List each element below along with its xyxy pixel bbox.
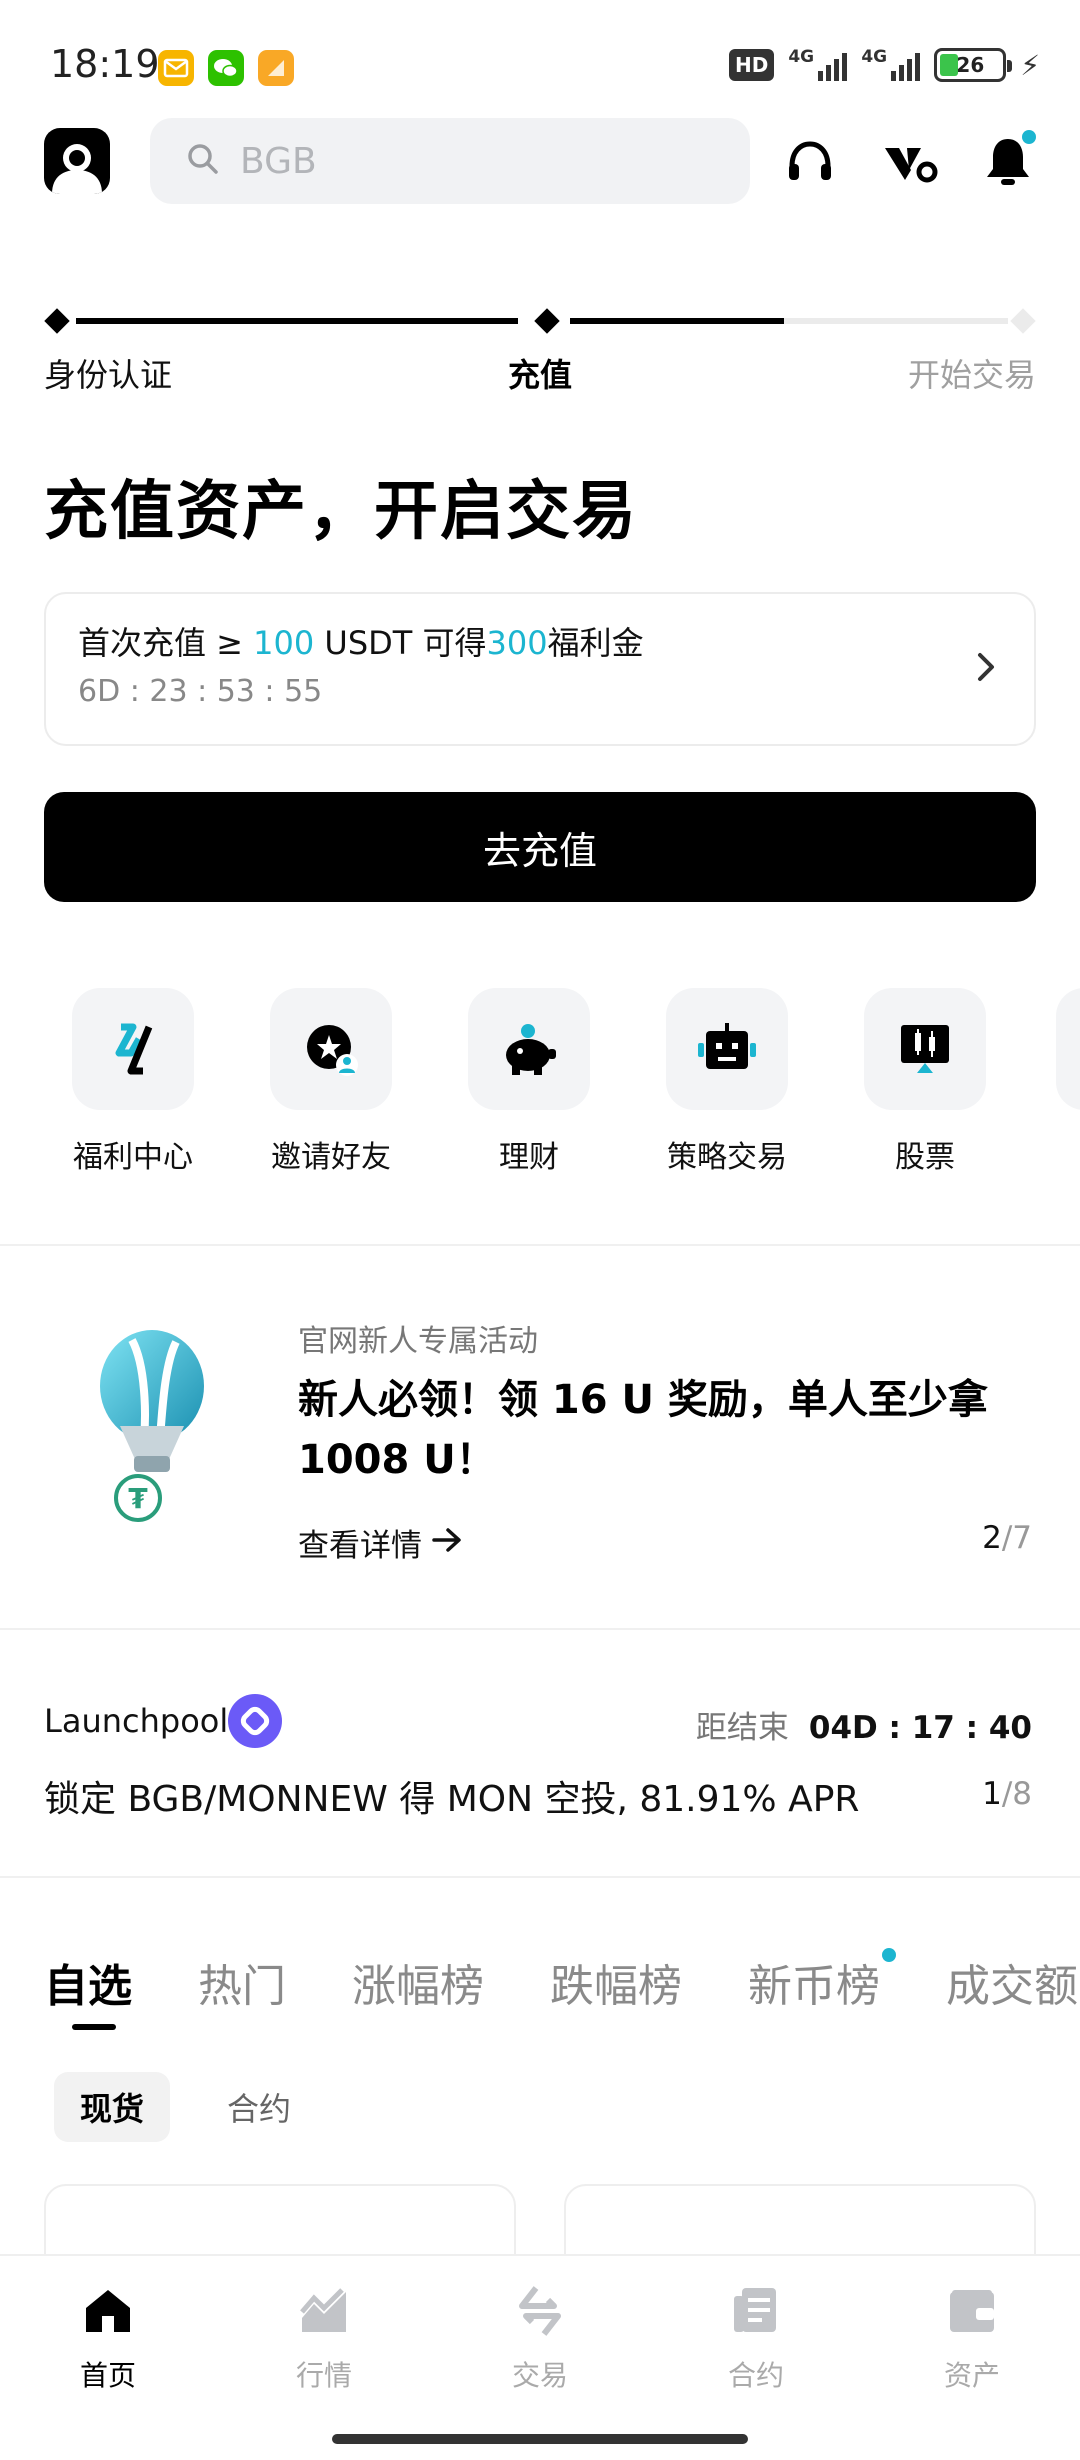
shortcut-finance[interactable]: 理财: [444, 988, 614, 1176]
shortcut-overflow: [1056, 988, 1080, 1110]
section-divider: [0, 1876, 1080, 1878]
first-deposit-promo[interactable]: 首次充值 ≥ 100 USDT 可得300福利金 6D : 23 : 53 : …: [44, 592, 1036, 746]
nav-label: 首页: [79, 2359, 136, 2392]
market-chart-icon: [298, 2286, 350, 2340]
page-title: 充值资产，开启交易: [44, 475, 638, 549]
nav-trade[interactable]: 交易: [460, 2286, 620, 2394]
onboarding-progress: 身份认证 充值 开始交易: [44, 300, 1036, 400]
launchpool-banner[interactable]: Launchpool 距结束 04D : 17 : 40 锁定 BGB/MONNE…: [0, 1630, 1080, 1876]
signal-icon: 4G: [788, 47, 848, 81]
new-indicator-dot: [882, 1948, 896, 1962]
notification-dot: [1022, 130, 1036, 144]
wechat-icon: [208, 50, 244, 86]
shortcut-label: 股票: [895, 1140, 955, 1175]
shortcut-strategy[interactable]: 策略交易: [642, 988, 812, 1176]
monad-logo-icon: [228, 1694, 282, 1748]
step-label: 开始交易: [907, 356, 1036, 394]
nav-label: 行情: [295, 2359, 352, 2392]
tab-gainers[interactable]: 涨幅榜: [352, 1950, 484, 2014]
shortcut-welfare[interactable]: 福利中心: [48, 988, 218, 1176]
battery-level: 26: [956, 53, 985, 77]
shortcut-label: 理财: [499, 1140, 559, 1175]
nav-assets[interactable]: 资产: [892, 2286, 1052, 2394]
shortcut-invite[interactable]: 邀请好友: [246, 988, 416, 1176]
header: [0, 118, 1080, 206]
mail-icon: [158, 50, 194, 86]
tab-watchlist[interactable]: 自选: [44, 1950, 132, 2014]
headset-icon[interactable]: [780, 132, 840, 192]
stock-chart-icon: [864, 988, 986, 1110]
step-marker: [534, 308, 560, 334]
nav-label: 交易: [511, 2359, 568, 2392]
activity-banner[interactable]: ₮ 官网新人专属活动 新人必领！领 16 U 奖励，单人至少拿 1008 U！ …: [0, 1246, 1080, 1626]
status-time: 18:19: [50, 42, 160, 86]
shortcut-stocks[interactable]: 股票: [840, 988, 1010, 1176]
search-input[interactable]: [240, 140, 700, 182]
shortcut-row: 福利中心 邀请好友 理财 策略交易 股票: [0, 988, 1080, 1178]
shortcut-label: 福利中心: [73, 1140, 193, 1175]
view-details-link[interactable]: 查看详情: [298, 1520, 462, 1565]
tab-new-listings[interactable]: 新币榜: [748, 1950, 880, 2014]
tab-hot[interactable]: 热门: [198, 1950, 286, 2014]
nav-label: 合约: [727, 2359, 784, 2392]
market-tabs: 自选 热门 涨幅榜 跌幅榜 新币榜 成交额: [0, 1940, 1080, 2030]
battery-icon: 26: [934, 48, 1013, 82]
deposit-button[interactable]: 去充值: [44, 792, 1036, 902]
step-label: 充值: [508, 356, 573, 394]
avatar-icon[interactable]: [44, 128, 110, 194]
svg-text:₮: ₮: [128, 1482, 148, 1515]
balloon-illustration-icon: ₮: [90, 1326, 230, 1526]
banner-title: 新人必领！领 16 U 奖励，单人至少拿 1008 U！: [298, 1377, 988, 1483]
nav-contract[interactable]: 合约: [676, 2286, 836, 2394]
wallet-logo-icon[interactable]: [880, 132, 940, 192]
nav-home[interactable]: 首页: [28, 2286, 188, 2394]
view-details-label: 查看详情: [298, 1528, 422, 1564]
launchpool-desc: 锁定 BGB/MONNEW 得 MON 空投, 81.91% APR: [44, 1779, 860, 1820]
nav-label: 资产: [943, 2359, 1000, 2392]
shortcut-label: 策略交易: [667, 1140, 787, 1175]
notes-icon: [258, 50, 294, 86]
banner-pager: 2/7: [982, 1520, 1032, 1556]
status-bar: 18:19 HD 4G 4G 26 ⚡: [0, 0, 1080, 120]
home-indicator[interactable]: [332, 2434, 748, 2444]
contract-icon: [730, 2286, 782, 2340]
banner-tag: 官网新人专属活动: [298, 1324, 538, 1359]
promo-countdown: 6D : 23 : 53 : 55: [78, 674, 323, 709]
bell-icon[interactable]: [978, 130, 1038, 192]
progress-line-pending: [784, 318, 1008, 324]
progress-line: [570, 318, 784, 324]
home-icon: [82, 2286, 134, 2340]
piggy-bank-icon: [468, 988, 590, 1110]
search-bar[interactable]: [150, 118, 750, 204]
nav-market[interactable]: 行情: [244, 2286, 404, 2394]
charging-icon: ⚡: [1020, 48, 1040, 82]
welfare-icon: [72, 988, 194, 1110]
hd-badge: HD: [728, 49, 775, 81]
chevron-right-icon: [976, 650, 998, 688]
robot-icon: [666, 988, 788, 1110]
tab-volume[interactable]: 成交额: [946, 1950, 1078, 2014]
subtab-spot[interactable]: 现货: [54, 2072, 170, 2142]
step-label: 身份认证: [44, 356, 173, 394]
signal-icon: 4G: [861, 47, 921, 81]
tab-losers[interactable]: 跌幅榜: [550, 1950, 682, 2014]
search-icon: [186, 142, 220, 180]
assets-wallet-icon: [946, 2286, 998, 2340]
promo-text: 首次充值 ≥ 100 USDT 可得300福利金: [78, 624, 644, 662]
shortcut-label: 邀请好友: [271, 1140, 391, 1175]
step-marker: [44, 308, 70, 334]
launchpool-title: Launchpool: [44, 1702, 229, 1740]
launchpool-pager: 1/8: [982, 1776, 1032, 1812]
trade-icon: [514, 2286, 566, 2340]
subtab-futures[interactable]: 合约: [214, 2072, 304, 2142]
arrow-right-icon: [432, 1525, 462, 1561]
step-marker: [1010, 308, 1036, 334]
progress-line: [76, 318, 518, 324]
bottom-nav: 首页 行情 交易 合约 资产: [0, 2254, 1080, 2460]
invite-icon: [270, 988, 392, 1110]
launchpool-countdown: 距结束 04D : 17 : 40: [695, 1710, 1032, 1746]
active-tab-indicator: [72, 2024, 116, 2030]
